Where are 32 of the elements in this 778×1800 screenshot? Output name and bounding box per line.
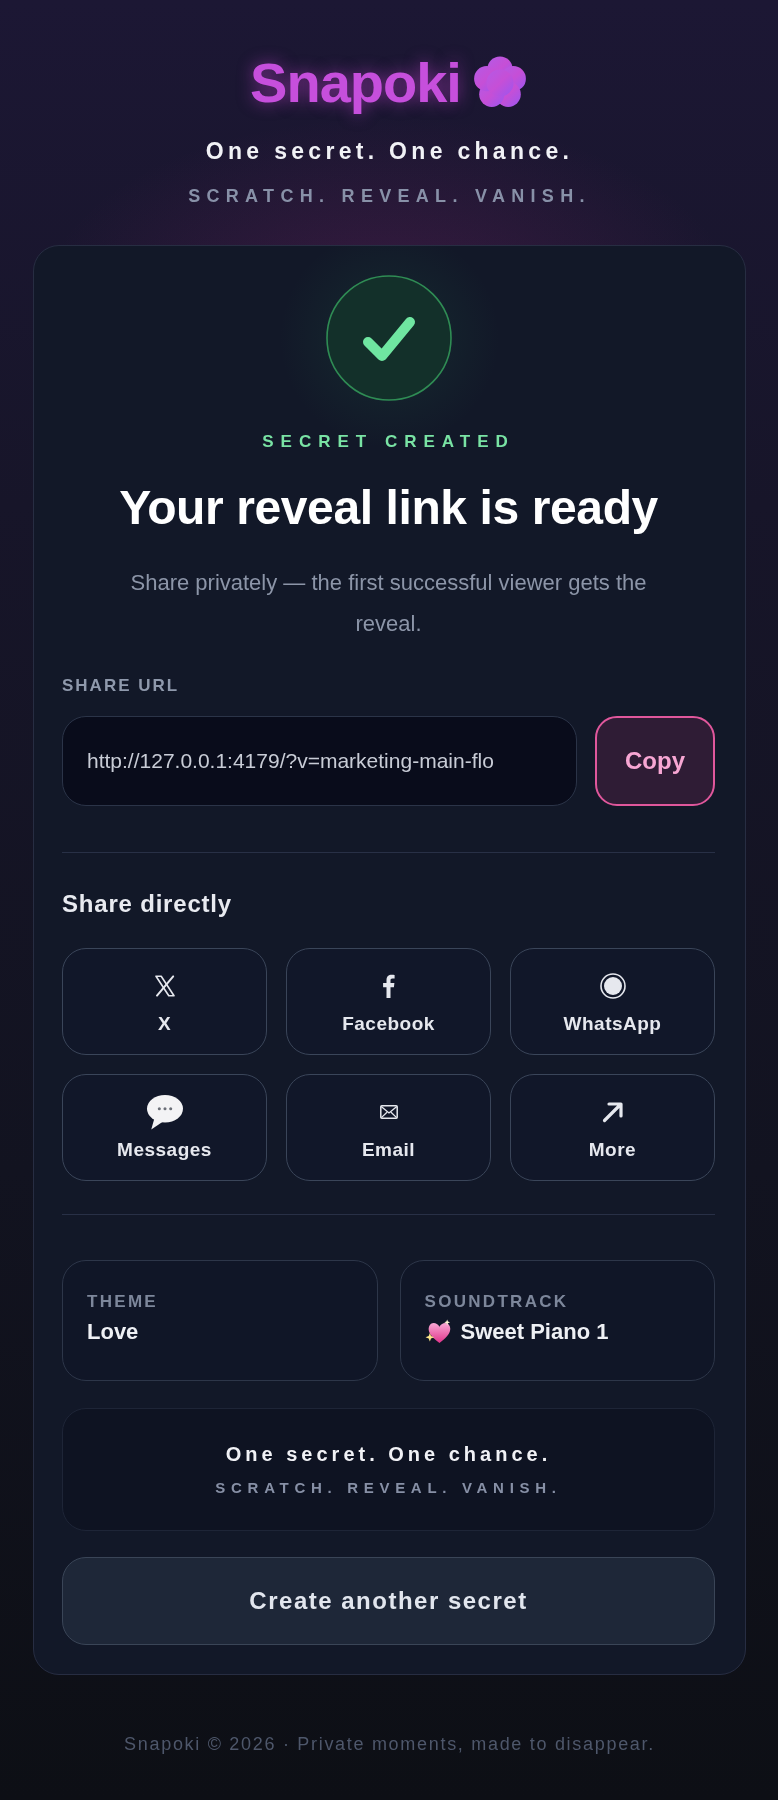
check-circle-icon — [325, 274, 452, 401]
soundtrack-value: Sweet Piano 1 — [460, 1318, 609, 1345]
ring-dot-icon — [599, 972, 626, 999]
field-label: SHARE URL — [62, 675, 181, 696]
create-another-button[interactable]: Create another secret — [62, 1556, 715, 1645]
status-text: SECRET CREATED — [261, 430, 516, 453]
tagline-text: One secret. One chance. — [204, 136, 575, 166]
motto-text: One secret. One chance. — [225, 1441, 552, 1467]
theme-label: THEME — [87, 1290, 159, 1313]
sparkling-heart-icon — [424, 1319, 452, 1345]
copy-button[interactable]: Copy — [595, 715, 715, 806]
share-button[interactable]: More — [510, 1073, 715, 1181]
description-text: Share privately — the first successful viewer gets the reveal. — [129, 568, 648, 638]
share-button[interactable]: Facebook — [286, 947, 491, 1055]
theme-value: Love — [87, 1318, 140, 1345]
speech-bubble-icon — [145, 1093, 184, 1130]
arrow-up-right-icon — [601, 1100, 624, 1123]
share-button[interactable]: Email — [286, 1073, 491, 1181]
share-button[interactable]: X — [62, 947, 267, 1055]
footer-text: Snapoki © 2026 · Private moments, made to disappear. — [123, 1733, 656, 1754]
heading-text: Your reveal link is ready — [118, 479, 659, 536]
logo-text: Snapoki — [250, 52, 461, 114]
subtagline-text: SCRATCH. REVEAL. VANISH. — [187, 184, 592, 207]
section-heading: Share directly — [62, 890, 233, 917]
x-logo-icon — [152, 973, 177, 998]
share-button[interactable]: WhatsApp — [510, 947, 715, 1055]
soundtrack-label: SOUNDTRACK — [424, 1290, 570, 1313]
f-logo-icon — [382, 973, 395, 998]
motto-subtext: SCRATCH. REVEAL. VANISH. — [215, 1478, 562, 1497]
envelope-icon — [379, 1104, 398, 1119]
url-field[interactable]: http://127.0.0.1:4179/?v=marketing-main-flo — [62, 715, 577, 806]
share-button[interactable]: Messages — [62, 1073, 267, 1181]
